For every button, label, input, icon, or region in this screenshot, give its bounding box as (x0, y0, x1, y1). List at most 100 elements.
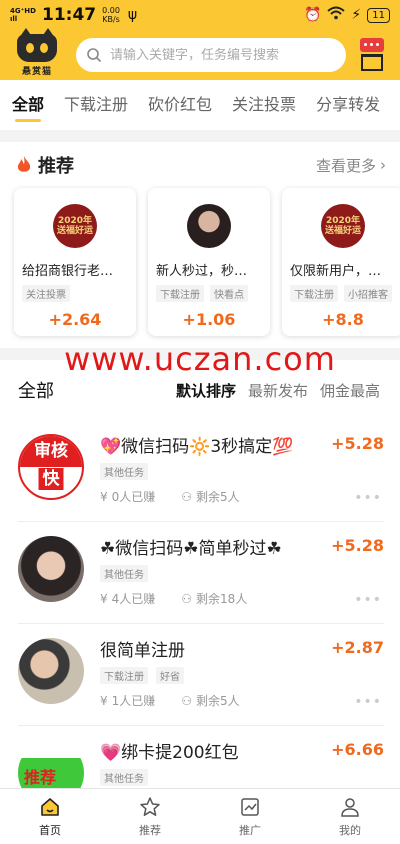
recommend-card[interactable]: 2020年 送福好运 给招商银行老… 关注投票 +2.64 (14, 188, 136, 336)
task-tag: 下载注册 (100, 667, 148, 684)
card-title: 给招商银行老… (22, 264, 114, 279)
task-remaining: 剩余18人 (196, 592, 248, 606)
nav-mine-label: 我的 (339, 823, 361, 837)
person-icon: ⚇ (181, 591, 193, 606)
sort-highest-commission[interactable]: 佣金最高 (320, 380, 380, 401)
tab-share-forward[interactable]: 分享转发 (316, 80, 380, 130)
status-time: 11:47 (41, 5, 97, 25)
fire-icon (17, 156, 31, 172)
task-earned: 4人已赚 (111, 592, 156, 606)
nav-home-label: 首页 (39, 823, 61, 837)
recommend-card[interactable]: 新人秒过，秒… 下载注册 快看点 +1.06 (148, 188, 270, 336)
app-logo[interactable]: 悬赏猫 (14, 27, 60, 77)
task-tag: 其他任务 (100, 565, 148, 582)
search-bar[interactable] (76, 38, 346, 72)
sort-default[interactable]: 默认排序 (176, 380, 236, 401)
task-avatar: 审核 快 (18, 434, 84, 500)
card-tag: 关注投票 (22, 285, 70, 302)
task-tags: 下载注册 好省 (100, 667, 384, 684)
recommend-card[interactable]: 2020年 送福好运 仅限新用户，… 下载注册 小招推客 +8.8 (282, 188, 400, 336)
tab-follow-vote[interactable]: 关注投票 (232, 80, 296, 130)
all-tasks-title: 全部 (18, 381, 54, 402)
card-tag: 快看点 (210, 285, 248, 302)
task-meta: ¥ 4人已赚 ⚇ 剩余18人 (100, 590, 384, 607)
task-remaining: 剩余5人 (196, 490, 240, 504)
task-tag: 其他任务 (100, 463, 148, 480)
nav-mine[interactable]: 我的 (300, 789, 400, 844)
card-reward: +2.64 (48, 310, 102, 329)
card-tags: 关注投票 (22, 285, 128, 302)
yen-icon: ¥ (100, 693, 108, 708)
sort-options: 默认排序 最新发布 佣金最高 (176, 380, 380, 401)
card-tag: 下载注册 (290, 285, 338, 302)
card-title: 仅限新用户，… (290, 264, 382, 279)
bottom-nav: 首页 推荐 推广 我的 (0, 788, 400, 844)
nav-recommend[interactable]: 推荐 (100, 789, 200, 844)
chart-icon (241, 797, 259, 816)
task-item[interactable]: 很简单注册 下载注册 好省 ¥ 1人已赚 ⚇ 剩余5人 +2.87 ••• (0, 624, 400, 726)
user-icon (341, 797, 359, 817)
task-earned: 1人已赚 (111, 694, 156, 708)
chevron-right-icon: › (380, 156, 386, 174)
task-meta: ¥ 0人已赚 ⚇ 剩余5人 (100, 488, 384, 505)
task-item[interactable]: ☘微信扫码☘简单秒过☘ 其他任务 ¥ 4人已赚 ⚇ 剩余18人 +5.28 ••… (0, 522, 400, 624)
task-earned: 0人已赚 (111, 490, 156, 504)
task-tag: 其他任务 (100, 769, 148, 786)
nav-recommend-label: 推荐 (139, 823, 161, 837)
person-icon: ⚇ (181, 489, 193, 504)
nav-home[interactable]: 首页 (0, 789, 100, 844)
watermark-text: www.uczan.com (64, 340, 336, 378)
cat-logo-icon (17, 27, 57, 62)
alarm-icon: ⏰ (303, 7, 322, 23)
network-indicator: 4G⁺HD ıll (10, 7, 36, 23)
task-remaining: 剩余5人 (196, 694, 240, 708)
podium-message-icon[interactable] (358, 38, 388, 72)
task-avatar (18, 536, 84, 602)
more-options-icon[interactable]: ••• (354, 592, 382, 608)
recommend-section: 推荐 查看更多 › 2020年 送福好运 给招商银行老… 关注投票 +2.64 … (0, 142, 400, 348)
task-body: 很简单注册 下载注册 好省 ¥ 1人已赚 ⚇ 剩余5人 +2.87 ••• (100, 634, 384, 726)
category-tabs: 全部 下载注册 砍价红包 关注投票 分享转发 (0, 80, 400, 130)
person-icon: ⚇ (181, 693, 193, 708)
yen-icon: ¥ (100, 489, 108, 504)
see-more-label: 查看更多 (315, 156, 376, 175)
nav-promote[interactable]: 推广 (200, 789, 300, 844)
tab-all[interactable]: 全部 (12, 80, 44, 130)
task-reward: +2.87 (331, 638, 384, 657)
search-icon (87, 48, 102, 63)
card-thumbnail (187, 204, 231, 248)
task-tags: 其他任务 (100, 769, 384, 786)
recommend-title: 推荐 (38, 156, 74, 177)
sort-newest[interactable]: 最新发布 (248, 380, 308, 401)
header: 悬赏猫 (0, 27, 400, 80)
see-more-link[interactable]: 查看更多 › (316, 155, 386, 176)
task-tags: 其他任务 (100, 565, 384, 582)
network-speed: 0.00 KB/s (102, 6, 120, 24)
app-screen: 4G⁺HD ıll 11:47 0.00 KB/s ψ ⏰ ⚡ 11 悬赏猫 请… (0, 0, 400, 844)
top-bar: 4G⁺HD ıll 11:47 0.00 KB/s ψ ⏰ ⚡ 11 悬赏猫 请… (0, 0, 400, 80)
task-tags: 其他任务 (100, 463, 384, 480)
card-tag: 下载注册 (156, 285, 204, 302)
task-avatar (18, 638, 84, 704)
more-options-icon[interactable]: ••• (354, 694, 382, 710)
more-options-icon[interactable]: ••• (354, 490, 382, 506)
card-reward: +1.06 (182, 310, 236, 329)
battery-indicator: 11 (367, 7, 390, 23)
task-reward: +5.28 (331, 434, 384, 453)
card-thumbnail: 2020年 送福好运 (321, 204, 365, 248)
search-input[interactable] (110, 47, 330, 63)
task-body: 💖微信扫码🔆3秒搞定💯 其他任务 ¥ 0人已赚 ⚇ 剩余5人 +5.28 ••• (100, 430, 384, 522)
tab-download-register[interactable]: 下载注册 (64, 80, 128, 130)
card-title: 新人秒过，秒… (156, 264, 248, 279)
task-item[interactable]: 审核 快 💖微信扫码🔆3秒搞定💯 其他任务 ¥ 0人已赚 ⚇ 剩余5人 +5.2… (0, 420, 400, 522)
task-body: ☘微信扫码☘简单秒过☘ 其他任务 ¥ 4人已赚 ⚇ 剩余18人 +5.28 ••… (100, 532, 384, 624)
usb-icon: ψ (127, 7, 138, 23)
yen-icon: ¥ (100, 591, 108, 606)
tab-bargain-redpacket[interactable]: 砍价红包 (148, 80, 212, 130)
status-right: ⏰ ⚡ 11 (304, 6, 390, 24)
task-reward: +5.28 (331, 536, 384, 555)
recommend-header: 推荐 查看更多 › (0, 142, 400, 188)
charging-icon: ⚡ (351, 7, 362, 23)
wifi-icon (327, 6, 346, 24)
task-reward: +6.66 (331, 740, 384, 759)
